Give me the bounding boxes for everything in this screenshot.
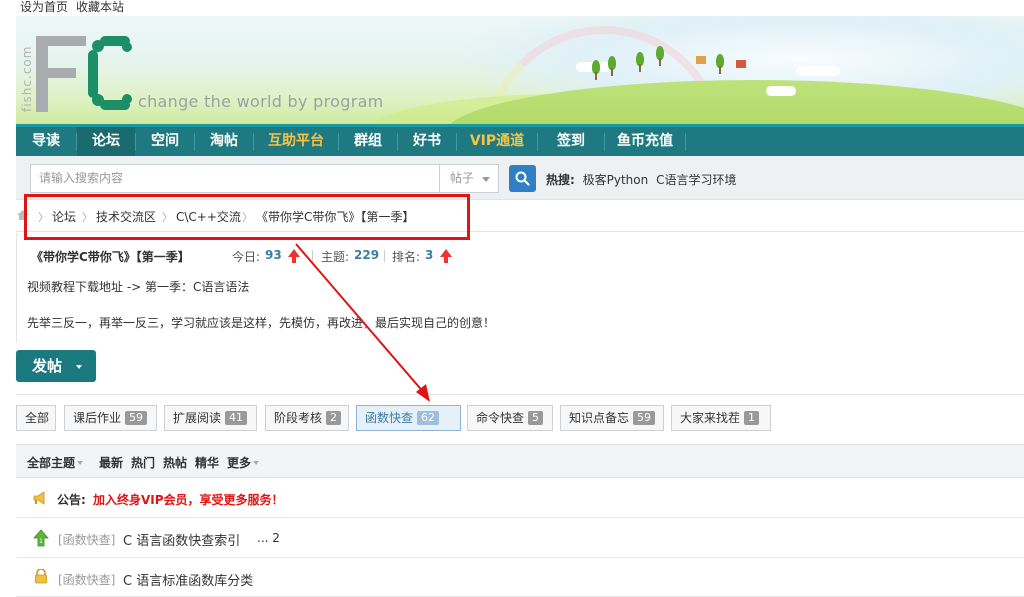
filter-all-topics[interactable]: 全部主题 [27, 454, 84, 471]
search-type-label: 帖子 [450, 171, 475, 185]
search-button[interactable] [509, 165, 536, 192]
today-label: 今日: [232, 250, 261, 264]
tab-count: 1 [744, 411, 760, 425]
chevron-down-icon [77, 461, 84, 465]
banner-tree [656, 46, 664, 66]
chevron-down-icon [482, 177, 490, 182]
divider [16, 394, 1024, 395]
tab-label: 阶段考核 [274, 411, 323, 425]
tab-label: 大家来找茬 [680, 411, 741, 425]
search-input[interactable]: 请输入搜索内容 [30, 164, 440, 193]
lock-icon [35, 569, 47, 584]
hot-search-link[interactable]: C语言学习环境 [656, 173, 736, 187]
thread-category[interactable]: [函数快查] [58, 531, 115, 548]
thread-title[interactable]: C 语言函数快查索引 [123, 530, 240, 549]
svg-text:1: 1 [39, 538, 43, 545]
notice-link[interactable]: 加入终身VIP会员，享受更多服务！ [93, 491, 284, 508]
tab-homework[interactable]: 课后作业 59 [64, 405, 157, 431]
logo-domain-text: fishc.com [20, 45, 34, 112]
banner-cloud [766, 86, 796, 96]
tab-count: 5 [528, 411, 544, 425]
topics-count: 229 [354, 248, 380, 262]
filter-hot-posts[interactable]: 热帖 [163, 454, 187, 471]
tab-count: 59 [125, 411, 148, 425]
main-nav: 导读 论坛 空间 淘帖 互助平台 群组 好书 VIP通道 签到 鱼币充值 [16, 124, 1024, 156]
chevron-down-icon [253, 461, 260, 465]
tab-count: 59 [633, 411, 656, 425]
bookmark-link[interactable]: 收藏本站 [76, 0, 124, 14]
filter-label: 更多 [227, 456, 252, 470]
filter-latest[interactable]: 最新 [99, 454, 123, 471]
topics-label: 主题: [321, 250, 350, 264]
nav-item-vip[interactable]: VIP通道 [457, 127, 537, 156]
tab-function-quickref[interactable]: 函数快查 62 [356, 405, 461, 431]
filter-digest[interactable]: 精华 [195, 454, 219, 471]
nav-item-recharge[interactable]: 鱼币充值 [605, 127, 685, 156]
tab-all[interactable]: 全部 [16, 405, 56, 431]
tab-label: 函数快查 [365, 411, 414, 425]
tab-count: 2 [326, 411, 342, 425]
banner-house [696, 56, 706, 64]
nav-item-forum[interactable]: 论坛 [77, 127, 135, 156]
today-count: 93 [265, 248, 282, 262]
thread-pages[interactable]: ... 2 [257, 531, 280, 545]
megaphone-icon [33, 491, 45, 505]
nav-item-help-platform[interactable]: 互助平台 [254, 127, 338, 156]
tab-label: 知识点备忘 [569, 411, 630, 425]
hot-search: 热搜: 极客Python C语言学习环境 [546, 171, 740, 188]
filter-hot[interactable]: 热门 [131, 454, 155, 471]
banner-tree [592, 60, 600, 80]
banner-house [736, 60, 746, 68]
tab-label: 全部 [25, 411, 50, 425]
tab-label: 扩展阅读 [173, 411, 222, 425]
nav-item-collections[interactable]: 淘帖 [195, 127, 253, 156]
banner-tree [636, 52, 644, 72]
logo-c-letter[interactable] [88, 36, 136, 112]
thread-title[interactable]: C 语言标准函数库分类 [123, 570, 253, 589]
hot-thread-icon: 1 [33, 529, 49, 547]
tab-extended-reading[interactable]: 扩展阅读 41 [164, 405, 257, 431]
nav-item-space[interactable]: 空间 [136, 127, 194, 156]
forum-desc-motto: 先举三反一，再举一反三，学习就应该是这样，先模仿，再改进，最后实现自己的创意！ [27, 316, 496, 330]
new-post-button[interactable]: 发帖 [16, 350, 96, 382]
hot-search-label: 热搜: [546, 173, 575, 187]
site-slogan: change the world by program [138, 92, 384, 111]
arrow-up-icon [288, 249, 300, 263]
hot-search-link[interactable]: 极客Python [583, 173, 649, 187]
tab-command-quickref[interactable]: 命令快查 5 [467, 405, 553, 431]
nav-item-groups[interactable]: 群组 [339, 127, 397, 156]
tab-label: 课后作业 [73, 411, 122, 425]
search-type-select[interactable]: 帖子 [439, 164, 499, 193]
logo-f-letter[interactable] [36, 36, 88, 112]
banner-cloud [796, 66, 840, 76]
new-post-label: 发帖 [32, 357, 63, 375]
tab-knowledge-memo[interactable]: 知识点备忘 59 [560, 405, 664, 431]
forum-desc-download[interactable]: 视频教程下载地址 -> 第一季：C语言语法 [27, 278, 249, 295]
tab-label: 命令快查 [476, 411, 525, 425]
nav-item-books[interactable]: 好书 [398, 127, 456, 156]
thread-category[interactable]: [函数快查] [58, 571, 115, 588]
filter-label: 全部主题 [27, 456, 76, 470]
nav-item-checkin[interactable]: 签到 [538, 127, 604, 156]
tab-count: 62 [417, 411, 440, 425]
arrow-up-icon [440, 249, 452, 263]
rank-value: 3 [425, 248, 434, 262]
forum-title: 《带你学C带你飞》【第一季】 [31, 250, 190, 264]
banner-tree [716, 54, 724, 74]
chevron-down-icon [76, 365, 82, 369]
notice-label: 公告: [57, 493, 86, 507]
rank-label: 排名: [392, 250, 421, 264]
tab-find-bugs[interactable]: 大家来找茬 1 [671, 405, 771, 431]
tab-count: 41 [225, 411, 248, 425]
banner-tree [608, 56, 616, 76]
set-home-link[interactable]: 设为首页 [20, 0, 68, 14]
top-links: 设为首页 收藏本站 [0, 0, 1024, 16]
tab-stage-exam[interactable]: 阶段考核 2 [265, 405, 349, 431]
filter-more[interactable]: 更多 [227, 454, 260, 471]
search-icon [515, 171, 530, 186]
nav-item-guide[interactable]: 导读 [16, 127, 76, 156]
